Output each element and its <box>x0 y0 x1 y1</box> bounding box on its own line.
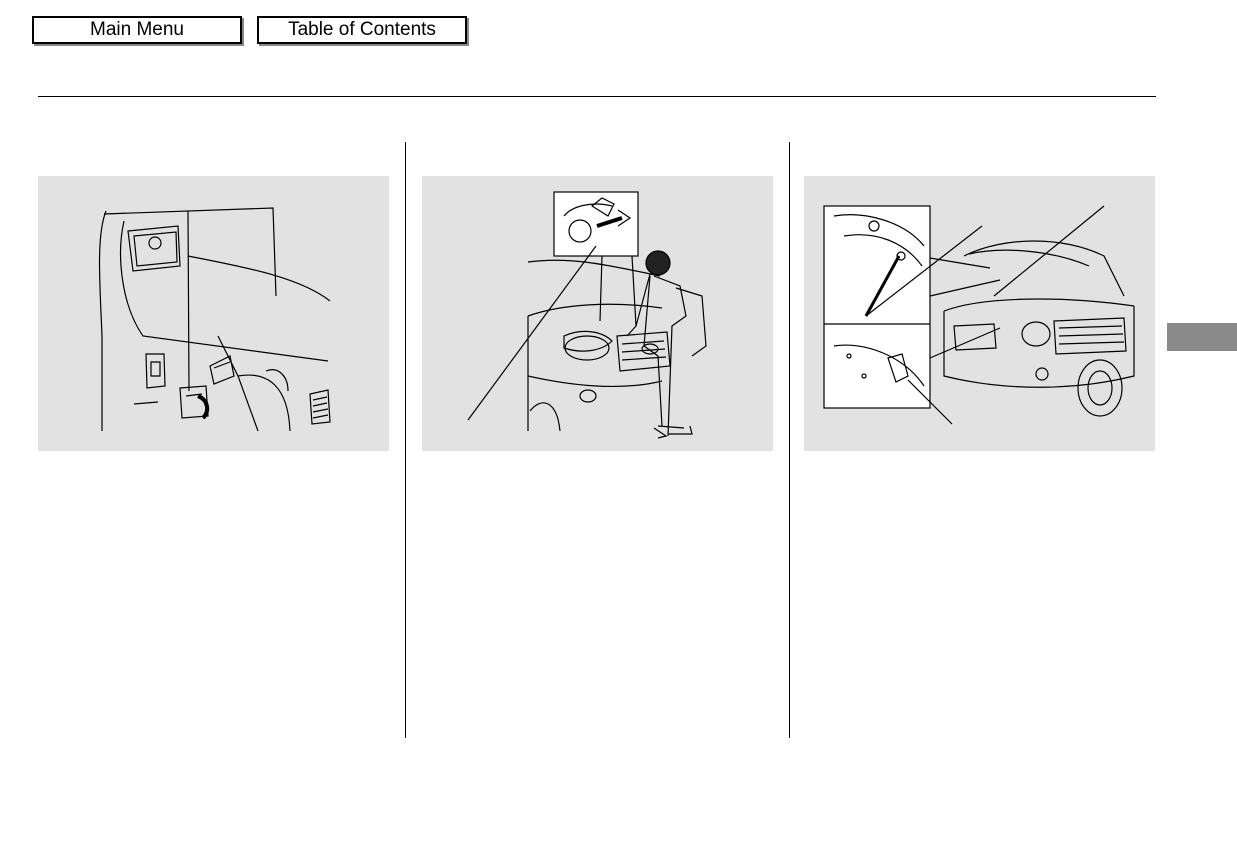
table-of-contents-button[interactable]: Table of Contents <box>257 16 467 44</box>
header-divider <box>38 96 1156 97</box>
figure-hood-support-rod <box>804 176 1155 451</box>
hood-support-illustration <box>823 205 1135 425</box>
column-divider-2 <box>789 142 790 738</box>
figure-hood-latch-lever <box>422 176 773 451</box>
column-divider-1 <box>405 142 406 738</box>
main-menu-button[interactable]: Main Menu <box>32 16 242 44</box>
hood-release-illustration <box>98 207 331 432</box>
hood-latch-illustration <box>467 191 707 439</box>
section-tab <box>1167 323 1237 351</box>
figure-hood-release-handle <box>38 176 389 451</box>
